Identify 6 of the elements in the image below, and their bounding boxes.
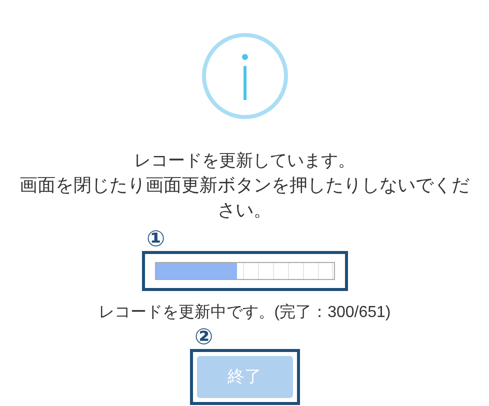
- callout-number: ②: [194, 327, 214, 349]
- message-text: 画面を閉じたり画面更新ボタンを押したりしないでください。: [18, 174, 470, 222]
- status-text: レコードを更新中です。(完了：300/651): [98, 302, 391, 323]
- callout-number: ①: [146, 229, 166, 251]
- message-text: レコードを更新しています。: [134, 150, 355, 172]
- info-icon: [200, 32, 288, 120]
